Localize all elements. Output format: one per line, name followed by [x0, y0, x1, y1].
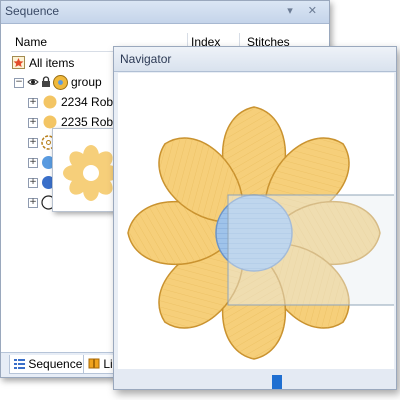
- tab-sequence[interactable]: Sequence: [9, 355, 88, 374]
- sequence-titlebar[interactable]: Sequence ▾ ✕: [1, 1, 329, 24]
- expand-icon[interactable]: +: [28, 118, 38, 128]
- expand-icon[interactable]: +: [28, 178, 38, 188]
- expand-icon[interactable]: +: [28, 138, 38, 148]
- navigator-footer: [114, 369, 396, 389]
- tab-sequence-label: Sequence: [28, 357, 83, 371]
- sequence-title: Sequence: [5, 4, 60, 18]
- expand-icon[interactable]: +: [28, 158, 38, 168]
- all-items-label: All items: [29, 56, 75, 70]
- star-folder-icon: [12, 56, 25, 69]
- tree-row-item[interactable]: +: [11, 134, 56, 152]
- tree-row-item[interactable]: +: [11, 174, 55, 192]
- flower-design: [127, 106, 394, 360]
- eye-icon[interactable]: [27, 77, 39, 87]
- navigator-title: Navigator: [120, 52, 172, 66]
- color-swatch-icon: [43, 115, 57, 129]
- book-icon: [88, 358, 100, 369]
- zoom-slider-handle[interactable]: [272, 375, 282, 389]
- expand-icon[interactable]: +: [28, 98, 38, 108]
- tree-row-item[interactable]: +: [11, 194, 56, 212]
- navigator-canvas[interactable]: [118, 73, 394, 369]
- lock-icon[interactable]: [41, 76, 51, 88]
- tree-row-item[interactable]: +: [11, 154, 55, 172]
- group-label: group: [71, 75, 102, 89]
- sequence-window-buttons[interactable]: ▾ ✕: [287, 4, 323, 17]
- tab-library-label: Li: [103, 357, 113, 371]
- column-name[interactable]: Name: [15, 35, 47, 49]
- sequence-tab-icon: [14, 359, 25, 369]
- flower-group-icon: [53, 75, 68, 90]
- tree-row-group[interactable]: − group: [11, 74, 121, 92]
- navigator-titlebar[interactable]: Navigator: [114, 47, 396, 72]
- navigator-window: Navigator: [113, 46, 397, 390]
- color-swatch-icon: [43, 95, 57, 109]
- collapse-icon[interactable]: −: [14, 78, 24, 88]
- viewport-rectangle[interactable]: [227, 194, 394, 306]
- tree-row-all-items[interactable]: All items: [11, 55, 111, 73]
- expand-icon[interactable]: +: [28, 198, 38, 208]
